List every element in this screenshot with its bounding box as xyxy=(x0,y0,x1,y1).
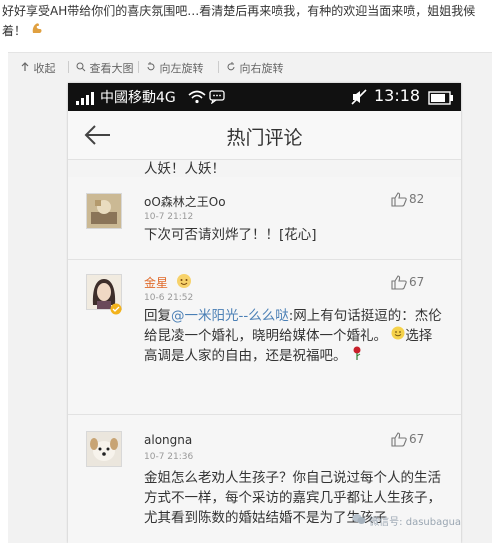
rotate-right-button[interactable]: 向右旋转 xyxy=(226,60,284,76)
rotate-right-label: 向右旋转 xyxy=(239,62,284,75)
watermark-text: 微信号: dasubagua xyxy=(369,517,462,528)
mute-icon xyxy=(351,89,369,109)
post-body: 好好享受AH带给你们的喜庆氛围吧…看清楚后再来喷我，有种的欢迎当面来喷，姐姐我候… xyxy=(2,4,476,38)
comment-author[interactable]: alongna xyxy=(144,433,192,447)
like-count: 82 xyxy=(409,192,425,206)
view-large-button[interactable]: 查看大图 xyxy=(76,60,134,76)
carrier-name: 中國移動4G xyxy=(100,90,176,106)
comment-time: 10-6 21:52 xyxy=(144,293,194,303)
battery-icon xyxy=(428,90,454,109)
like-count: 67 xyxy=(409,432,425,446)
comment-text: 回复@一米阳光--么么哒:网上有句话挺逗的：杰伦给昆凌一个婚礼，晓明给媒体一个婚… xyxy=(144,306,442,366)
signal-icon xyxy=(76,90,96,109)
wechat-watermark: 微信号: dasubagua xyxy=(352,513,461,528)
mention-link[interactable]: @一米阳光--么么哒 xyxy=(171,308,289,324)
image-toolbar: 收起 查看大图 向左旋转 向右旋转 xyxy=(8,53,492,81)
status-bar: 中國移動4G 13:18 xyxy=(68,83,461,111)
comment-author[interactable]: oO森林之王Oo xyxy=(144,193,226,210)
message-icon xyxy=(209,89,225,108)
app-header: 热门评论 xyxy=(68,111,461,160)
rotate-left-label: 向左旋转 xyxy=(159,62,204,75)
phone-screenshot: 中國移動4G 13:18 热门评论 人妖！人妖！ oO森林之王Oo 10-7 2… xyxy=(68,83,461,543)
rotate-right-icon xyxy=(227,62,235,71)
wechat-icon xyxy=(352,514,366,524)
page-title: 热门评论 xyxy=(226,127,303,149)
thumbs-up-icon[interactable] xyxy=(391,275,407,294)
collapse-button[interactable]: 收起 xyxy=(20,60,56,76)
comment-time: 10-7 21:12 xyxy=(144,212,194,222)
status-time: 13:18 xyxy=(374,86,421,105)
avatar[interactable] xyxy=(86,431,122,467)
thumbs-up-icon[interactable] xyxy=(391,432,407,451)
post-text: 好好享受AH带给你们的喜庆氛围吧…看清楚后再来喷我，有种的欢迎当面来喷，姐姐我候… xyxy=(2,2,496,41)
comment-author[interactable]: 金星 xyxy=(144,274,168,291)
comment-text: 下次可否请刘烨了！！[花心] xyxy=(144,227,317,243)
image-viewer: 收起 查看大图 向左旋转 向右旋转 中國移動4G 13:18 热门评论 人妖！人… xyxy=(8,52,492,543)
comment-item: 金星 10-6 21:52 67 回复@一米阳光--么么哒:网上有句话挺逗的：杰… xyxy=(68,260,461,415)
magnifier-icon xyxy=(76,62,86,72)
vip-badge-icon xyxy=(110,300,122,319)
rotate-left-icon xyxy=(147,62,155,71)
reply-prefix: 回复 xyxy=(144,308,171,324)
collapse-label: 收起 xyxy=(33,62,56,75)
rose-emoji-icon xyxy=(351,346,363,364)
arrow-up-icon xyxy=(21,62,29,71)
smile-emoji-icon xyxy=(391,326,405,344)
wifi-icon xyxy=(188,89,206,108)
view-large-label: 查看大图 xyxy=(89,62,134,75)
flexed-biceps-icon xyxy=(30,21,44,41)
comment-time: 10-7 21:36 xyxy=(144,452,194,462)
thumbs-up-icon[interactable] xyxy=(391,192,407,211)
avatar[interactable] xyxy=(86,193,122,229)
rotate-left-button[interactable]: 向左旋转 xyxy=(146,60,204,76)
comment-item: oO森林之王Oo 10-7 21:12 82 下次可否请刘烨了！！[花心] xyxy=(68,177,461,260)
truncated-comment-text: 人妖！人妖！ xyxy=(144,161,225,177)
like-count: 67 xyxy=(409,275,425,289)
celebrity-badge-icon xyxy=(176,273,192,293)
